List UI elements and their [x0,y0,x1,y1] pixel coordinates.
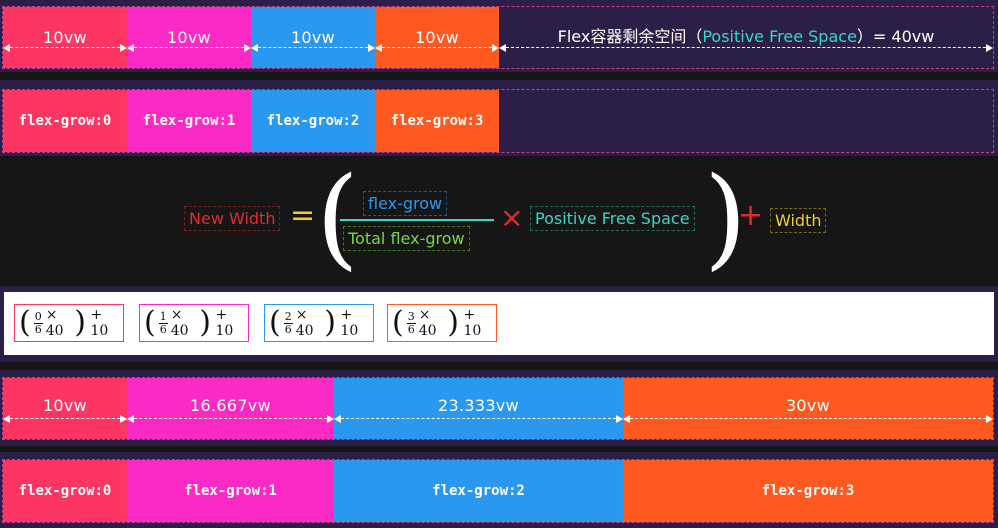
times-sign: × [500,201,524,234]
result-item-1: 10vw [3,378,127,439]
calculation-row: (0 6 × 40) + 10 (1 6 × 40) + 10 (2 6 × 40) + 1… [4,292,994,355]
flex-item-4: 10vw [375,7,499,68]
flex-container-result: 10vw 16.667vw 23.333vw 30vw [2,377,994,440]
item-width-label: 10vw [414,28,460,47]
denominator-term: Total flex-grow [343,226,470,251]
result-grow-1: flex-grow:1 [127,460,334,522]
free-space-label: Flex容器剩余空间（Positive Free Space）= 40vw [557,26,935,46]
result-item-3: 23.333vw [334,378,623,439]
flex-item-2: 10vw [127,7,251,68]
width-arrow [623,414,993,423]
result-grow-3: flex-grow:3 [623,460,993,522]
result-grow-0: flex-grow:0 [3,460,127,522]
item-width-label: 23.333vw [438,396,519,415]
flex-item-1: 10vw [3,7,127,68]
calc-item-3: (2 6 × 40) + 10 [264,304,374,342]
free-space-arrow [499,43,993,52]
flex-container-initial: 10vw 10vw 10vw 10vw Flex容器剩余空间（Positive … [2,6,994,69]
plus-sign: + [738,198,764,233]
flex-item-grow-2: flex-grow:2 [251,90,375,152]
flex-container-result-grow: flex-grow:0 flex-grow:1 flex-grow:2 flex… [2,459,994,523]
width-arrow [127,414,334,423]
flex-item-3: 10vw [251,7,375,68]
free-space-area: Flex容器剩余空间（Positive Free Space）= 40vw [499,7,993,68]
equals-sign: = [290,198,316,233]
result-item-2: 16.667vw [127,378,334,439]
flex-container-grow: flex-grow:0 flex-grow:1 flex-grow:2 flex… [2,89,994,153]
result-item-4: 30vw [623,378,993,439]
free-space-term: Positive Free Space [530,206,695,231]
new-width-term: New Width [184,206,281,231]
item-width-label: 10vw [42,396,88,415]
result-grow-2: flex-grow:2 [334,460,623,522]
width-arrow [334,414,623,423]
item-width-label: 30vw [785,396,831,415]
item-width-label: 10vw [290,28,336,47]
flex-item-grow-1: flex-grow:1 [127,90,251,152]
fraction-bar [340,219,494,221]
calc-item-4: (3 6 × 40) + 10 [387,304,497,342]
left-paren: ( [316,153,359,281]
width-term: Width [770,208,827,233]
calc-item-1: (0 6 × 40) + 10 [14,304,124,342]
flex-item-grow-3: flex-grow:3 [375,90,499,152]
width-arrow [3,414,127,423]
numerator-term: flex-grow [363,191,448,216]
item-width-label: 10vw [42,28,88,47]
item-width-label: 16.667vw [190,396,271,415]
item-width-label: 10vw [166,28,212,47]
flex-item-grow-0: flex-grow:0 [3,90,127,152]
calc-item-2: (1 6 × 40) + 10 [139,304,249,342]
